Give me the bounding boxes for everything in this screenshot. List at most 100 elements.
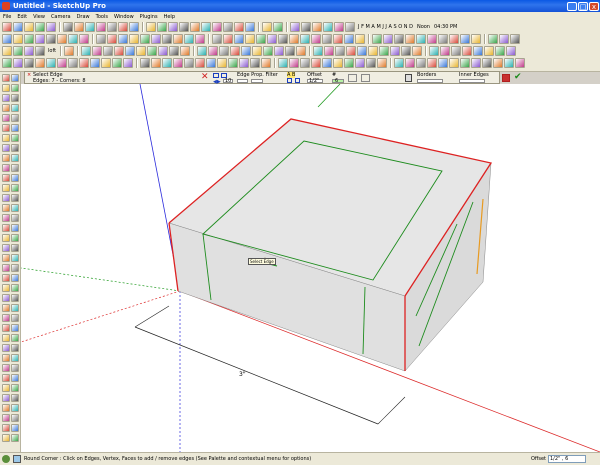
left-tool-icon[interactable]: [11, 414, 19, 422]
toolbar-tool-icon[interactable]: [488, 34, 498, 44]
left-tool-icon[interactable]: [2, 194, 10, 202]
left-tool-icon[interactable]: [11, 174, 19, 182]
toolbar-tool-icon[interactable]: [438, 34, 448, 44]
left-tool-icon[interactable]: [11, 434, 19, 442]
left-tool-icon[interactable]: [2, 314, 10, 322]
left-tool-icon[interactable]: [2, 324, 10, 332]
left-tool-icon[interactable]: [2, 234, 10, 242]
toolbar-tool-icon[interactable]: [101, 58, 111, 68]
toolbar-tool-icon[interactable]: [256, 34, 266, 44]
close-button[interactable]: x: [589, 1, 599, 11]
left-tool-icon[interactable]: [11, 364, 19, 372]
toolbar-tool-icon[interactable]: [158, 46, 169, 56]
left-tool-icon[interactable]: [11, 374, 19, 382]
toolbar-tool-icon[interactable]: [92, 46, 103, 56]
toolbar-tool-icon[interactable]: [180, 46, 191, 56]
panel-close-icon[interactable]: ×: [27, 72, 31, 78]
toolbar-tool-icon[interactable]: [13, 46, 23, 56]
toolbar-tool-icon[interactable]: [140, 58, 150, 68]
toolbar-tool-icon[interactable]: [346, 46, 357, 56]
toolbar-tool-icon[interactable]: [179, 22, 189, 32]
toolbar-tool-icon[interactable]: [123, 58, 133, 68]
toolbar-tool-icon[interactable]: [112, 58, 122, 68]
left-tool-icon[interactable]: [2, 304, 10, 312]
toolbar-tool-icon[interactable]: [300, 34, 310, 44]
left-tool-icon[interactable]: [2, 164, 10, 172]
toolbar-tool-icon[interactable]: [96, 22, 106, 32]
toolbar-tool-icon[interactable]: [35, 46, 45, 56]
select-mode-icon[interactable]: [213, 73, 219, 78]
menu-draw[interactable]: Draw: [74, 14, 93, 20]
left-tool-icon[interactable]: [2, 294, 10, 302]
toolbar-tool-icon[interactable]: [173, 58, 183, 68]
toolbar-tool-icon[interactable]: [68, 34, 78, 44]
left-tool-icon[interactable]: [11, 244, 19, 252]
toolbar-tool-icon[interactable]: [219, 46, 230, 56]
left-tool-icon[interactable]: [11, 344, 19, 352]
toolbar-tool-icon[interactable]: [440, 46, 451, 56]
toolbar-tool-icon[interactable]: [245, 22, 255, 32]
toolbar-tool-icon[interactable]: [24, 46, 34, 56]
toolbar-tool-icon[interactable]: [239, 58, 249, 68]
toolbar-tool-icon[interactable]: [333, 58, 343, 68]
left-tool-icon[interactable]: [11, 284, 19, 292]
minimize-button[interactable]: _: [567, 1, 577, 11]
left-tool-icon[interactable]: [11, 74, 19, 82]
left-tool-icon[interactable]: [11, 274, 19, 282]
toolbar-tool-icon[interactable]: [460, 58, 470, 68]
toolbar-tool-icon[interactable]: [208, 46, 219, 56]
toolbar-tool-icon[interactable]: [510, 34, 520, 44]
toolbar-tool-icon[interactable]: [273, 22, 283, 32]
left-tool-icon[interactable]: [11, 94, 19, 102]
execute-icon[interactable]: [502, 74, 510, 82]
left-tool-icon[interactable]: [11, 104, 19, 112]
toolbar-tool-icon[interactable]: [267, 34, 277, 44]
left-tool-icon[interactable]: [11, 144, 19, 152]
left-tool-icon[interactable]: [2, 104, 10, 112]
left-tool-icon[interactable]: [11, 334, 19, 342]
toolbar-tool-icon[interactable]: [24, 34, 34, 44]
menu-plugins[interactable]: Plugins: [137, 14, 161, 20]
left-tool-icon[interactable]: [11, 154, 19, 162]
left-tool-icon[interactable]: [2, 424, 10, 432]
toolbar-tool-icon[interactable]: [241, 46, 252, 56]
offset-field[interactable]: 1/2": [307, 78, 323, 84]
toolbar-tool-icon[interactable]: [68, 58, 78, 68]
toolbar-tool-icon[interactable]: [495, 46, 506, 56]
toolbar-tool-icon[interactable]: [212, 34, 222, 44]
toolbar-tool-icon[interactable]: [118, 22, 128, 32]
left-tool-icon[interactable]: [11, 294, 19, 302]
borders-icon[interactable]: [405, 74, 412, 82]
toolbar-tool-icon[interactable]: [125, 46, 136, 56]
toolbar-tool-icon[interactable]: [285, 46, 296, 56]
toolbar-tool-icon[interactable]: [379, 46, 390, 56]
toolbar-tool-icon[interactable]: [263, 46, 274, 56]
left-tool-icon[interactable]: [2, 394, 10, 402]
clear-selection-icon[interactable]: ✕: [201, 73, 209, 82]
toolbar-tool-icon[interactable]: [168, 22, 178, 32]
toolbar-tool-icon[interactable]: [322, 34, 332, 44]
toolbar-tool-icon[interactable]: [162, 34, 172, 44]
toolbar-tool-icon[interactable]: [234, 22, 244, 32]
left-tool-icon[interactable]: [2, 354, 10, 362]
left-tool-icon[interactable]: [11, 194, 19, 202]
toolbar-tool-icon[interactable]: [473, 46, 484, 56]
profile-preview-icon[interactable]: [348, 74, 357, 82]
toolbar-tool-icon[interactable]: [394, 58, 404, 68]
toolbar-tool-icon[interactable]: [201, 22, 211, 32]
toolbar-tool-icon[interactable]: [427, 34, 437, 44]
toolbar-tool-icon[interactable]: [13, 34, 23, 44]
toolbar-tool-icon[interactable]: [146, 22, 156, 32]
left-tool-icon[interactable]: [11, 394, 19, 402]
left-tool-icon[interactable]: [2, 284, 10, 292]
menu-camera[interactable]: Camera: [48, 14, 74, 20]
left-tool-icon[interactable]: [2, 134, 10, 142]
toolbar-tool-icon[interactable]: [13, 22, 23, 32]
toolbar-tool-icon[interactable]: [63, 22, 73, 32]
profile-curve-icon[interactable]: [361, 74, 370, 82]
toolbar-tool-icon[interactable]: [311, 58, 321, 68]
left-tool-icon[interactable]: [11, 254, 19, 262]
vcb-field[interactable]: 1/2" , 6: [548, 455, 586, 463]
left-tool-icon[interactable]: [2, 74, 10, 82]
toolbar-tool-icon[interactable]: [107, 22, 117, 32]
